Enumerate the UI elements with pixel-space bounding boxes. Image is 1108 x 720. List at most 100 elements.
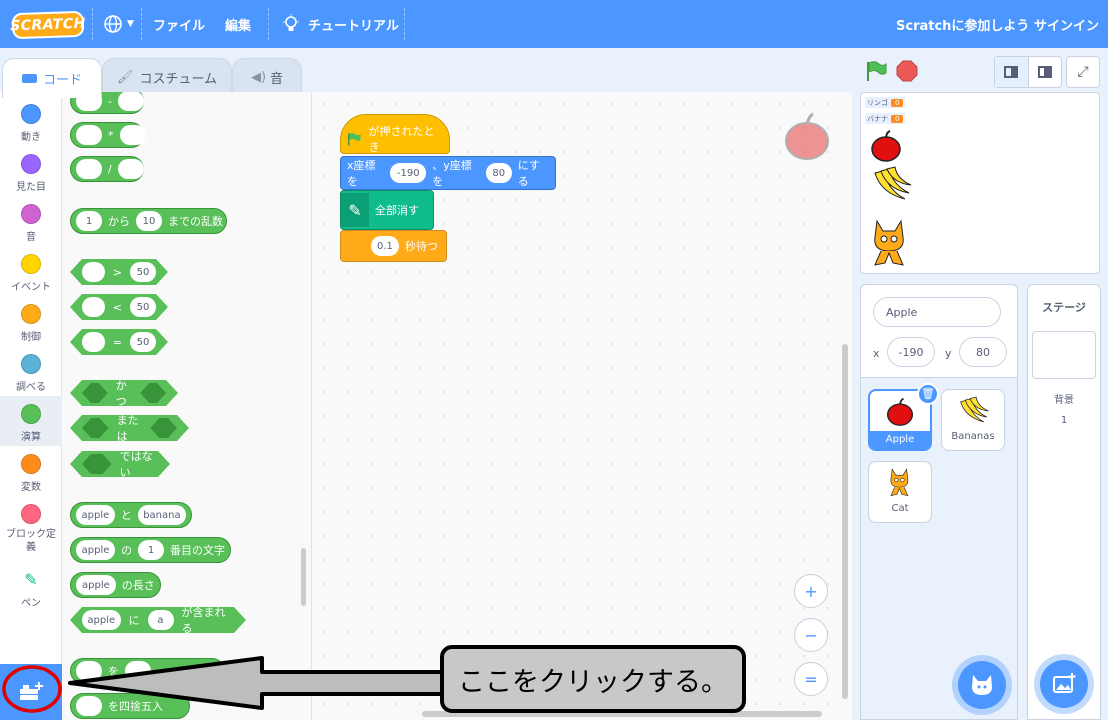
- text-slot[interactable]: apple: [76, 575, 116, 595]
- random-block[interactable]: 1 から 10 までの乱数: [70, 208, 227, 234]
- x-input[interactable]: -190: [390, 163, 427, 183]
- sprite-x-input[interactable]: -190: [887, 337, 935, 367]
- zoom-reset-button[interactable]: =: [794, 662, 828, 696]
- category-label: 変数: [21, 482, 41, 493]
- menu-divider: [404, 8, 405, 40]
- multiply-block[interactable]: *: [70, 122, 146, 148]
- category-control[interactable]: 制御: [0, 296, 62, 346]
- block-label: に: [128, 614, 140, 627]
- greater-than-block[interactable]: >50: [70, 259, 168, 285]
- choose-sprite-button[interactable]: [958, 661, 1006, 709]
- cat-sprite-icon[interactable]: [865, 217, 915, 271]
- file-menu[interactable]: ファイル: [153, 0, 205, 48]
- text-slot[interactable]: apple: [76, 540, 115, 560]
- scratch-logo[interactable]: SCRATCH: [10, 10, 86, 40]
- operand-slot[interactable]: [82, 332, 105, 352]
- length-of-block[interactable]: apple の長さ: [70, 572, 161, 598]
- and-block[interactable]: かつ: [70, 380, 178, 406]
- palette-scrollbar[interactable]: [301, 548, 306, 606]
- script-vertical-scrollbar[interactable]: [842, 344, 848, 699]
- contains-block[interactable]: apple に a が含まれる: [70, 607, 246, 633]
- sprite-tile-apple[interactable]: Apple 🗑: [868, 383, 939, 451]
- fullscreen-icon[interactable]: ⤢: [1066, 56, 1100, 88]
- join-scratch-link[interactable]: Scratchに参加しよう: [896, 0, 1029, 48]
- script-area[interactable]: が押されたとき x座標を -190 、y座標を 80 にする ✎ 全部消す 0.…: [312, 92, 852, 720]
- large-stage-icon[interactable]: [1027, 57, 1061, 87]
- condition-slot[interactable]: [82, 418, 109, 438]
- stage-canvas[interactable]: リンゴ 0 バナナ 0: [860, 92, 1100, 274]
- category-events[interactable]: イベント: [0, 246, 62, 296]
- tab-costumes[interactable]: 🖌 コスチューム: [102, 58, 232, 96]
- join-block[interactable]: apple と banana: [70, 502, 192, 528]
- category-variables[interactable]: 変数: [0, 446, 62, 496]
- pen-clear-block[interactable]: ✎ 全部消す: [340, 190, 434, 230]
- operand-slot[interactable]: [117, 92, 144, 111]
- tab-sounds[interactable]: ◀) 音: [232, 58, 302, 96]
- equals-block[interactable]: = 50: [70, 329, 168, 355]
- random-from-slot[interactable]: 1: [76, 211, 102, 231]
- operand-slot[interactable]: 50: [130, 332, 156, 352]
- delete-sprite-icon[interactable]: 🗑: [917, 383, 939, 405]
- wait-seconds-input[interactable]: 0.1: [371, 236, 399, 256]
- small-stage-icon[interactable]: [995, 57, 1028, 87]
- sign-in-link[interactable]: サインイン: [1034, 0, 1099, 48]
- choose-backdrop-button[interactable]: [1040, 660, 1088, 708]
- sprite-tile-cat[interactable]: Cat: [868, 461, 932, 523]
- operand-slot[interactable]: [76, 159, 102, 179]
- divide-block[interactable]: /: [70, 156, 144, 182]
- category-label: 動き: [21, 132, 41, 143]
- tab-code[interactable]: コード: [2, 58, 102, 98]
- apple-sprite-icon[interactable]: [869, 129, 903, 163]
- wait-block[interactable]: 0.1 秒待つ: [340, 230, 447, 262]
- zoom-out-button[interactable]: −: [794, 618, 828, 652]
- category-operators[interactable]: 演算: [0, 396, 62, 446]
- category-sensing[interactable]: 調べる: [0, 346, 62, 396]
- or-block[interactable]: または: [70, 415, 189, 441]
- condition-slot[interactable]: [82, 454, 112, 474]
- category-looks[interactable]: 見た目: [0, 146, 62, 196]
- condition-slot[interactable]: [150, 418, 177, 438]
- stage-selector[interactable]: ステージ 背景 1: [1027, 284, 1101, 720]
- less-than-block[interactable]: <50: [70, 294, 168, 320]
- instruction-callout: ここをクリックする。: [440, 645, 746, 713]
- green-flag-icon[interactable]: [864, 60, 888, 82]
- speaker-icon: ◀): [250, 70, 267, 85]
- operand-slot[interactable]: 50: [130, 262, 156, 282]
- text-slot[interactable]: a: [148, 610, 174, 630]
- sprite-tile-bananas[interactable]: Bananas: [941, 389, 1005, 451]
- number-slot[interactable]: 1: [138, 540, 164, 560]
- category-sound[interactable]: 音: [0, 196, 62, 246]
- operand-slot[interactable]: [76, 125, 102, 145]
- zoom-in-button[interactable]: +: [794, 574, 828, 608]
- edit-menu[interactable]: 編集: [225, 0, 251, 48]
- text-slot[interactable]: apple: [82, 610, 121, 630]
- category-motion[interactable]: 動き: [0, 96, 62, 146]
- operand-slot[interactable]: [117, 159, 144, 179]
- backdrops-label: 背景: [1054, 395, 1074, 406]
- stop-icon[interactable]: [896, 60, 918, 82]
- operand-slot[interactable]: [82, 262, 105, 282]
- not-block[interactable]: ではない: [70, 451, 170, 477]
- language-menu[interactable]: ▼: [103, 0, 134, 48]
- sprite-y-input[interactable]: 80: [959, 337, 1007, 367]
- text-slot[interactable]: banana: [137, 505, 186, 525]
- go-to-xy-block[interactable]: x座標を -190 、y座標を 80 にする: [340, 156, 556, 190]
- tutorials-button[interactable]: チュートリアル: [282, 0, 399, 48]
- y-input[interactable]: 80: [485, 163, 512, 183]
- operand-slot[interactable]: [82, 297, 105, 317]
- condition-slot[interactable]: [82, 383, 108, 403]
- bananas-thumbnail-icon: [960, 396, 989, 423]
- category-pen[interactable]: ✎ ペン: [0, 564, 62, 614]
- text-slot[interactable]: apple: [76, 505, 115, 525]
- bananas-sprite-icon[interactable]: [869, 163, 913, 207]
- operand-slot[interactable]: [119, 125, 146, 145]
- random-to-slot[interactable]: 10: [136, 211, 162, 231]
- globe-icon: [104, 15, 122, 33]
- letter-of-block[interactable]: apple の 1 番目の文字: [70, 537, 231, 563]
- condition-slot[interactable]: [140, 383, 166, 403]
- operand-slot[interactable]: 50: [130, 297, 156, 317]
- sprite-name-input[interactable]: Apple: [873, 297, 1001, 327]
- when-flag-clicked-block[interactable]: が押されたとき: [340, 114, 450, 154]
- category-my-blocks[interactable]: ブロック定義: [0, 496, 62, 558]
- backdrop-thumbnail[interactable]: [1032, 331, 1096, 379]
